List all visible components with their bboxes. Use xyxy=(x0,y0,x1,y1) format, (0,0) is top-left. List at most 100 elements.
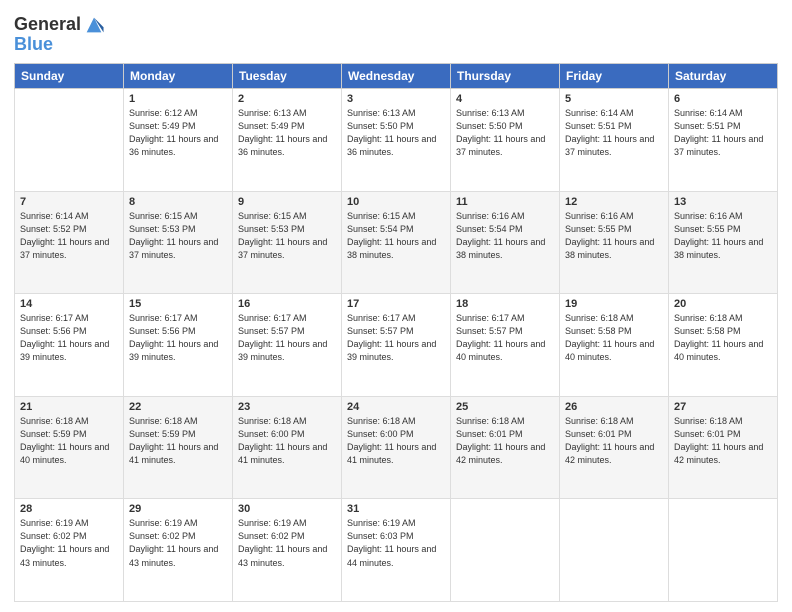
day-cell: 10 Sunrise: 6:15 AM Sunset: 5:54 PM Dayl… xyxy=(342,191,451,294)
day-info: Sunrise: 6:18 AM Sunset: 5:58 PM Dayligh… xyxy=(674,312,772,364)
day-info: Sunrise: 6:16 AM Sunset: 5:55 PM Dayligh… xyxy=(565,210,663,262)
weekday-header-thursday: Thursday xyxy=(451,64,560,89)
sunrise-text: Sunrise: 6:18 AM xyxy=(347,416,416,426)
week-row-1: 1 Sunrise: 6:12 AM Sunset: 5:49 PM Dayli… xyxy=(15,89,778,192)
day-cell: 29 Sunrise: 6:19 AM Sunset: 6:02 PM Dayl… xyxy=(124,499,233,602)
daylight-text: Daylight: 11 hours and 38 minutes. xyxy=(565,237,654,260)
sunset-text: Sunset: 6:01 PM xyxy=(456,429,523,439)
day-cell: 25 Sunrise: 6:18 AM Sunset: 6:01 PM Dayl… xyxy=(451,396,560,499)
day-number: 14 xyxy=(20,298,118,310)
week-row-3: 14 Sunrise: 6:17 AM Sunset: 5:56 PM Dayl… xyxy=(15,294,778,397)
sunset-text: Sunset: 5:54 PM xyxy=(456,224,523,234)
day-cell: 17 Sunrise: 6:17 AM Sunset: 5:57 PM Dayl… xyxy=(342,294,451,397)
day-number: 22 xyxy=(129,401,227,413)
day-info: Sunrise: 6:18 AM Sunset: 6:01 PM Dayligh… xyxy=(565,415,663,467)
day-number: 19 xyxy=(565,298,663,310)
daylight-text: Daylight: 11 hours and 37 minutes. xyxy=(456,134,545,157)
day-cell: 11 Sunrise: 6:16 AM Sunset: 5:54 PM Dayl… xyxy=(451,191,560,294)
day-cell: 30 Sunrise: 6:19 AM Sunset: 6:02 PM Dayl… xyxy=(233,499,342,602)
day-number: 3 xyxy=(347,93,445,105)
day-info: Sunrise: 6:14 AM Sunset: 5:51 PM Dayligh… xyxy=(674,107,772,159)
day-number: 26 xyxy=(565,401,663,413)
day-cell: 23 Sunrise: 6:18 AM Sunset: 6:00 PM Dayl… xyxy=(233,396,342,499)
daylight-text: Daylight: 11 hours and 44 minutes. xyxy=(347,544,436,567)
day-cell: 14 Sunrise: 6:17 AM Sunset: 5:56 PM Dayl… xyxy=(15,294,124,397)
sunrise-text: Sunrise: 6:18 AM xyxy=(565,313,634,323)
day-info: Sunrise: 6:18 AM Sunset: 5:58 PM Dayligh… xyxy=(565,312,663,364)
day-cell: 16 Sunrise: 6:17 AM Sunset: 5:57 PM Dayl… xyxy=(233,294,342,397)
daylight-text: Daylight: 11 hours and 38 minutes. xyxy=(347,237,436,260)
day-number: 23 xyxy=(238,401,336,413)
calendar-body: 1 Sunrise: 6:12 AM Sunset: 5:49 PM Dayli… xyxy=(15,89,778,602)
daylight-text: Daylight: 11 hours and 41 minutes. xyxy=(238,442,327,465)
day-cell: 21 Sunrise: 6:18 AM Sunset: 5:59 PM Dayl… xyxy=(15,396,124,499)
weekday-header-tuesday: Tuesday xyxy=(233,64,342,89)
sunrise-text: Sunrise: 6:15 AM xyxy=(129,211,198,221)
day-number: 7 xyxy=(20,196,118,208)
daylight-text: Daylight: 11 hours and 42 minutes. xyxy=(674,442,763,465)
day-number: 27 xyxy=(674,401,772,413)
sunrise-text: Sunrise: 6:19 AM xyxy=(347,518,416,528)
day-info: Sunrise: 6:15 AM Sunset: 5:53 PM Dayligh… xyxy=(129,210,227,262)
sunset-text: Sunset: 6:01 PM xyxy=(565,429,632,439)
daylight-text: Daylight: 11 hours and 40 minutes. xyxy=(20,442,109,465)
sunset-text: Sunset: 5:58 PM xyxy=(674,326,741,336)
day-info: Sunrise: 6:15 AM Sunset: 5:53 PM Dayligh… xyxy=(238,210,336,262)
sunrise-text: Sunrise: 6:18 AM xyxy=(674,313,743,323)
day-info: Sunrise: 6:18 AM Sunset: 5:59 PM Dayligh… xyxy=(20,415,118,467)
sunrise-text: Sunrise: 6:13 AM xyxy=(456,108,525,118)
sunset-text: Sunset: 6:02 PM xyxy=(129,531,196,541)
sunset-text: Sunset: 5:52 PM xyxy=(20,224,87,234)
sunset-text: Sunset: 5:53 PM xyxy=(129,224,196,234)
sunset-text: Sunset: 5:55 PM xyxy=(565,224,632,234)
day-cell: 26 Sunrise: 6:18 AM Sunset: 6:01 PM Dayl… xyxy=(560,396,669,499)
sunset-text: Sunset: 5:50 PM xyxy=(347,121,414,131)
daylight-text: Daylight: 11 hours and 38 minutes. xyxy=(456,237,545,260)
daylight-text: Daylight: 11 hours and 39 minutes. xyxy=(347,339,436,362)
weekday-header-sunday: Sunday xyxy=(15,64,124,89)
sunrise-text: Sunrise: 6:15 AM xyxy=(238,211,307,221)
day-info: Sunrise: 6:16 AM Sunset: 5:54 PM Dayligh… xyxy=(456,210,554,262)
sunset-text: Sunset: 5:58 PM xyxy=(565,326,632,336)
logo-blue: Blue xyxy=(14,34,53,55)
day-info: Sunrise: 6:18 AM Sunset: 6:01 PM Dayligh… xyxy=(456,415,554,467)
day-number: 2 xyxy=(238,93,336,105)
daylight-text: Daylight: 11 hours and 36 minutes. xyxy=(238,134,327,157)
logo: General Blue xyxy=(14,14,105,55)
day-cell xyxy=(451,499,560,602)
day-info: Sunrise: 6:13 AM Sunset: 5:50 PM Dayligh… xyxy=(347,107,445,159)
day-cell: 20 Sunrise: 6:18 AM Sunset: 5:58 PM Dayl… xyxy=(669,294,778,397)
calendar-table: SundayMondayTuesdayWednesdayThursdayFrid… xyxy=(14,63,778,602)
sunrise-text: Sunrise: 6:19 AM xyxy=(238,518,307,528)
daylight-text: Daylight: 11 hours and 37 minutes. xyxy=(238,237,327,260)
day-number: 24 xyxy=(347,401,445,413)
day-cell xyxy=(669,499,778,602)
day-cell xyxy=(560,499,669,602)
daylight-text: Daylight: 11 hours and 41 minutes. xyxy=(347,442,436,465)
day-cell: 12 Sunrise: 6:16 AM Sunset: 5:55 PM Dayl… xyxy=(560,191,669,294)
daylight-text: Daylight: 11 hours and 36 minutes. xyxy=(347,134,436,157)
sunset-text: Sunset: 5:56 PM xyxy=(20,326,87,336)
day-cell: 2 Sunrise: 6:13 AM Sunset: 5:49 PM Dayli… xyxy=(233,89,342,192)
day-cell: 18 Sunrise: 6:17 AM Sunset: 5:57 PM Dayl… xyxy=(451,294,560,397)
sunset-text: Sunset: 5:51 PM xyxy=(565,121,632,131)
day-number: 18 xyxy=(456,298,554,310)
day-number: 21 xyxy=(20,401,118,413)
day-cell: 8 Sunrise: 6:15 AM Sunset: 5:53 PM Dayli… xyxy=(124,191,233,294)
day-cell: 9 Sunrise: 6:15 AM Sunset: 5:53 PM Dayli… xyxy=(233,191,342,294)
sunrise-text: Sunrise: 6:17 AM xyxy=(129,313,198,323)
sunrise-text: Sunrise: 6:14 AM xyxy=(674,108,743,118)
day-cell: 19 Sunrise: 6:18 AM Sunset: 5:58 PM Dayl… xyxy=(560,294,669,397)
sunset-text: Sunset: 5:57 PM xyxy=(347,326,414,336)
weekday-header-monday: Monday xyxy=(124,64,233,89)
sunset-text: Sunset: 6:00 PM xyxy=(238,429,305,439)
sunrise-text: Sunrise: 6:16 AM xyxy=(456,211,525,221)
daylight-text: Daylight: 11 hours and 37 minutes. xyxy=(129,237,218,260)
sunset-text: Sunset: 5:59 PM xyxy=(20,429,87,439)
day-number: 16 xyxy=(238,298,336,310)
weekday-header-row: SundayMondayTuesdayWednesdayThursdayFrid… xyxy=(15,64,778,89)
day-info: Sunrise: 6:19 AM Sunset: 6:02 PM Dayligh… xyxy=(20,517,118,569)
day-info: Sunrise: 6:12 AM Sunset: 5:49 PM Dayligh… xyxy=(129,107,227,159)
day-info: Sunrise: 6:17 AM Sunset: 5:57 PM Dayligh… xyxy=(238,312,336,364)
day-number: 1 xyxy=(129,93,227,105)
